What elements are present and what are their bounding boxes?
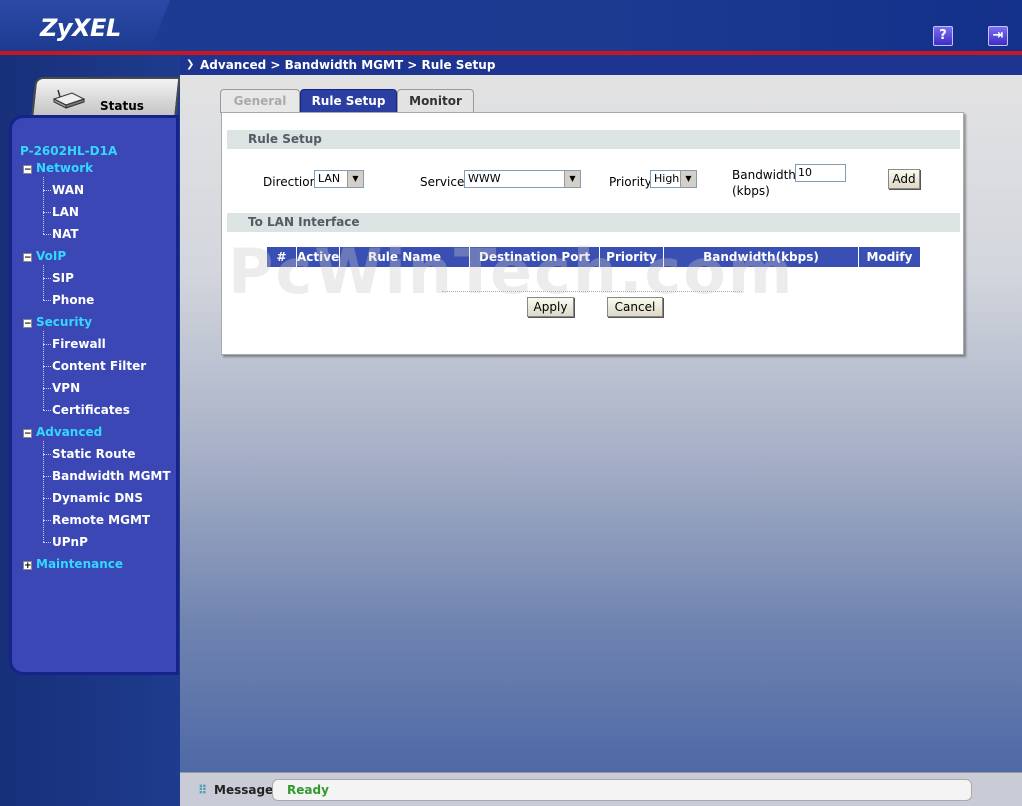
logout-icon[interactable]: ⇥ xyxy=(988,26,1008,46)
rule-setup-panel: Rule Setup Direction LAN ▼ Service WWW ▼… xyxy=(221,112,964,355)
nav-group-maintenance[interactable]: + Maintenance xyxy=(23,555,123,573)
chevron-down-icon[interactable]: ▼ xyxy=(564,171,580,187)
tree-line xyxy=(43,520,51,521)
column-priority: Priority xyxy=(600,247,664,267)
sidebar-item-content-filter[interactable]: Content Filter xyxy=(52,357,146,375)
breadcrumb: Advanced > Bandwidth MGMT > Rule Setup xyxy=(200,58,496,72)
tree-line xyxy=(43,388,51,389)
tree-line xyxy=(43,344,51,345)
nav-panel xyxy=(9,115,179,675)
table-divider xyxy=(442,291,742,292)
rules-table-header: # Active Rule Name Destination Port Prio… xyxy=(267,247,920,267)
message-value: Ready xyxy=(287,783,329,797)
tree-line xyxy=(43,278,51,279)
zyxel-logo: ZyXEL xyxy=(40,14,121,42)
tree-line xyxy=(43,441,44,542)
column-destination-port: Destination Port xyxy=(470,247,600,267)
nav-group-label: Security xyxy=(36,315,93,329)
cancel-button[interactable]: Cancel xyxy=(607,297,663,317)
apply-button[interactable]: Apply xyxy=(527,297,574,317)
header-bar: ZyXEL ? ⇥ xyxy=(0,0,1022,52)
device-model[interactable]: P-2602HL-D1A xyxy=(20,144,117,158)
router-icon xyxy=(52,89,86,109)
tree-line xyxy=(43,190,51,191)
sidebar-item-bandwidth-mgmt[interactable]: Bandwidth MGMT xyxy=(52,467,171,485)
column-active: Active xyxy=(297,247,340,267)
sidebar-item-dynamic-dns[interactable]: Dynamic DNS xyxy=(52,489,143,507)
sidebar-item-firewall[interactable]: Firewall xyxy=(52,335,106,353)
tree-line xyxy=(43,476,51,477)
bandwidth-input[interactable]: 10 xyxy=(795,164,846,182)
tree-line xyxy=(43,212,51,213)
section-lan-interface: To LAN Interface xyxy=(227,213,960,232)
column-rule-name: Rule Name xyxy=(340,247,470,267)
sidebar-item-remote-mgmt[interactable]: Remote MGMT xyxy=(52,511,150,529)
collapse-icon[interactable]: − xyxy=(23,319,32,329)
nav-group-label: Advanced xyxy=(36,425,103,439)
sidebar-item-lan[interactable]: LAN xyxy=(52,203,79,221)
tree-line xyxy=(43,498,51,499)
column-index: # xyxy=(267,247,297,267)
nav-group-label: Maintenance xyxy=(36,557,124,571)
nav-group-network[interactable]: − Network xyxy=(23,159,93,177)
sidebar-item-sip[interactable]: SIP xyxy=(52,269,74,287)
tree-line xyxy=(43,331,44,410)
message-label: Message xyxy=(214,783,274,797)
tree-line xyxy=(43,177,44,234)
nav-group-label: Network xyxy=(36,161,94,175)
direction-select[interactable]: LAN ▼ xyxy=(314,170,364,188)
direction-value: LAN xyxy=(318,172,341,185)
expand-icon[interactable]: + xyxy=(23,561,32,571)
collapse-icon[interactable]: − xyxy=(23,429,32,439)
tree-line xyxy=(43,300,51,301)
main-content: ❯ Advanced > Bandwidth MGMT > Rule Setup… xyxy=(180,55,1022,772)
priority-select[interactable]: High ▼ xyxy=(650,170,697,188)
direction-label: Direction xyxy=(263,175,318,189)
chevron-down-icon[interactable]: ▼ xyxy=(347,171,363,187)
breadcrumb-arrow-icon: ❯ xyxy=(186,59,195,70)
message-box: Ready xyxy=(272,779,972,801)
tree-line xyxy=(43,454,51,455)
tab-monitor[interactable]: Monitor xyxy=(397,89,474,113)
collapse-icon[interactable]: − xyxy=(23,165,32,175)
nav-group-security[interactable]: − Security xyxy=(23,313,92,331)
nav-group-voip[interactable]: − VoIP xyxy=(23,247,66,265)
sidebar-item-nat[interactable]: NAT xyxy=(52,225,79,243)
tree-line xyxy=(43,410,51,411)
service-label: Service xyxy=(420,175,465,189)
sidebar-item-phone[interactable]: Phone xyxy=(52,291,94,309)
status-label[interactable]: Status xyxy=(100,99,144,113)
sidebar-item-certificates[interactable]: Certificates xyxy=(52,401,130,419)
sidebar-item-wan[interactable]: WAN xyxy=(52,181,84,199)
status-bar: ⠿ Message Ready xyxy=(180,772,1022,806)
bandwidth-unit-label: (kbps) xyxy=(732,184,770,198)
grip-icon: ⠿ xyxy=(198,783,208,797)
tree-line xyxy=(43,234,51,235)
column-bandwidth: Bandwidth(kbps) xyxy=(664,247,859,267)
tab-general[interactable]: General xyxy=(220,89,300,113)
tree-line xyxy=(43,265,44,300)
tab-rule-setup[interactable]: Rule Setup xyxy=(300,89,397,113)
add-button[interactable]: Add xyxy=(888,169,920,189)
sidebar-item-upnp[interactable]: UPnP xyxy=(52,533,88,551)
nav-group-advanced[interactable]: − Advanced xyxy=(23,423,102,441)
service-value: WWW xyxy=(468,172,501,185)
column-modify: Modify xyxy=(859,247,920,267)
chevron-down-icon[interactable]: ▼ xyxy=(680,171,696,187)
help-icon[interactable]: ? xyxy=(933,26,953,46)
sidebar-item-static-route[interactable]: Static Route xyxy=(52,445,136,463)
sidebar-item-vpn[interactable]: VPN xyxy=(52,379,80,397)
bandwidth-label: Bandwidth xyxy=(732,168,796,182)
nav-group-label: VoIP xyxy=(36,249,67,263)
service-select[interactable]: WWW ▼ xyxy=(464,170,581,188)
tree-line xyxy=(43,542,51,543)
tree-line xyxy=(43,366,51,367)
priority-label: Priority xyxy=(609,175,652,189)
priority-value: High xyxy=(654,172,680,185)
collapse-icon[interactable]: − xyxy=(23,253,32,263)
section-rule-setup: Rule Setup xyxy=(227,130,960,149)
breadcrumb-bar: ❯ Advanced > Bandwidth MGMT > Rule Setup xyxy=(180,55,1022,75)
